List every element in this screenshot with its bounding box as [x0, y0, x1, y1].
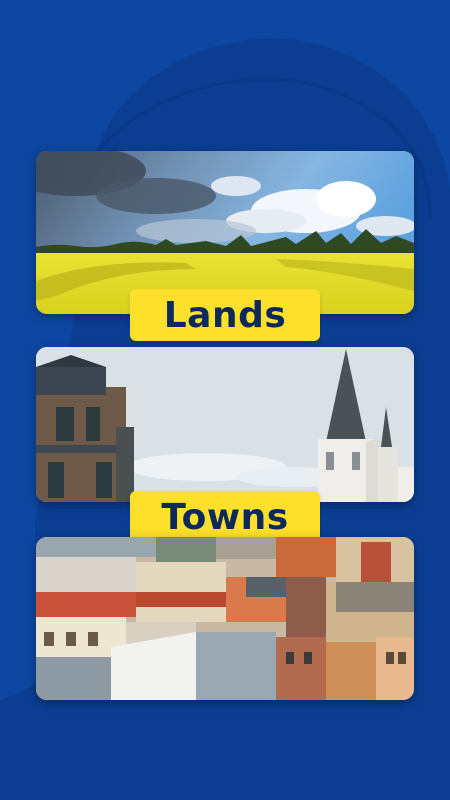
towns-image-card[interactable] [36, 347, 414, 502]
old-buildings-image [36, 347, 414, 502]
towns-label[interactable]: Towns [130, 491, 320, 543]
lands-label[interactable]: Lands [130, 289, 320, 341]
city-rooftops-image-card[interactable] [36, 537, 414, 700]
city-rooftops-image [36, 537, 414, 700]
